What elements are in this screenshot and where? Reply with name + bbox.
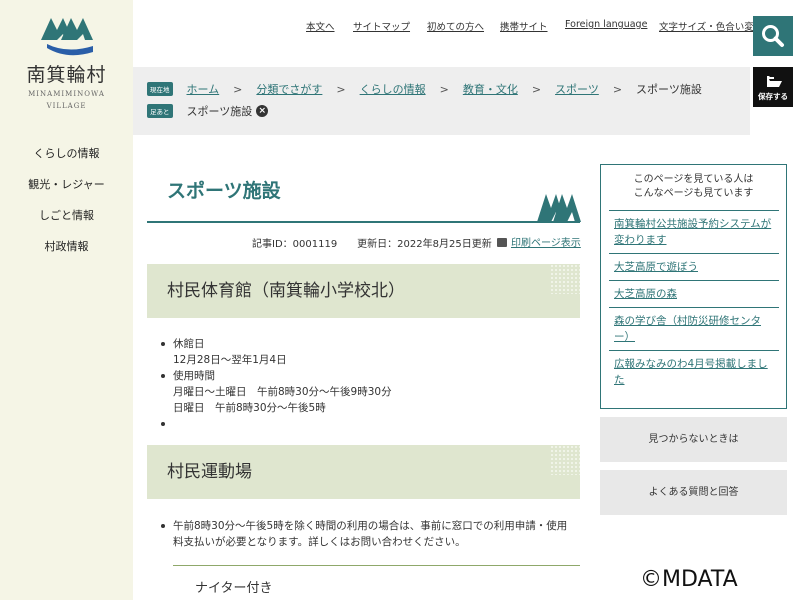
section-heading: 村民体育館（南箕輪小学校北） bbox=[147, 264, 580, 318]
save-button-label: 保存する bbox=[758, 92, 788, 101]
current-location-badge: 現在地 bbox=[147, 82, 173, 96]
link-first-time[interactable]: 初めての方へ bbox=[427, 19, 484, 33]
nav-item-tourism[interactable]: 観光・レジャー bbox=[0, 172, 133, 203]
ground-info-list: 午前8時30分～午後5時を除く時間の利用の場合は、事前に窓口での利用申請・使用 … bbox=[161, 518, 580, 550]
related-link-oshiba-forest[interactable]: 大芝高原の森 bbox=[614, 288, 677, 300]
list-item: 休館日 12月28日～翌年1月4日 bbox=[161, 336, 392, 368]
folder-open-icon bbox=[767, 76, 782, 87]
breadcrumb-current: スポーツ施設 bbox=[636, 83, 702, 96]
faq-button[interactable]: よくある質問と回答 bbox=[600, 470, 787, 515]
related-pages-list: 南箕輪村公共施設予約システムが変わります 大芝高原で遊ぼう 大芝高原の森 森の学… bbox=[609, 210, 779, 393]
link-mobile-site[interactable]: 携帯サイト bbox=[500, 19, 548, 33]
nav-item-government[interactable]: 村政情報 bbox=[0, 234, 133, 265]
link-foreign-language[interactable]: Foreign language bbox=[565, 19, 647, 30]
not-found-button[interactable]: 見つからないときは bbox=[600, 417, 787, 462]
related-link-training-center[interactable]: 森の学び舎（村防災研修センター） bbox=[614, 315, 761, 343]
related-link-oshiba-play[interactable]: 大芝高原で遊ぼう bbox=[614, 261, 698, 273]
history-item: スポーツ施設 bbox=[186, 105, 253, 118]
breadcrumb-separator: > bbox=[531, 82, 542, 96]
breadcrumb-separator: > bbox=[336, 82, 346, 96]
global-nav: くらしの情報 観光・レジャー しごと情報 村政情報 bbox=[0, 141, 133, 265]
breadcrumb-category-search[interactable]: 分類でさがす bbox=[256, 81, 322, 97]
list-item-empty bbox=[161, 416, 392, 432]
breadcrumb-education-culture[interactable]: 教育・文化 bbox=[463, 81, 518, 97]
list-item: 大芝高原の森 bbox=[609, 280, 779, 307]
search-button[interactable] bbox=[753, 16, 793, 56]
village-logo-icon bbox=[40, 18, 93, 56]
facility-info-list: 休館日 12月28日～翌年1月4日 使用時間 月曜日～土曜日 午前8時30分～午… bbox=[161, 336, 392, 432]
related-pages-box: このページを見ている人は こんなページも見ています 南箕輪村公共施設予約システム… bbox=[600, 164, 787, 409]
list-item: 広報みなみのわ4月号掲載しました bbox=[609, 350, 779, 393]
print-page-link[interactable]: 印刷ページ表示 bbox=[497, 234, 581, 249]
sidebar: 南箕輪村 MINAMIMINOWA VILLAGE くらしの情報 観光・レジャー… bbox=[0, 0, 133, 600]
section-heading-text: 村民運動場 bbox=[167, 462, 252, 482]
site-name-en-1: MINAMIMINOWA bbox=[28, 90, 105, 98]
list-item: 南箕輪村公共施設予約システムが変わります bbox=[609, 210, 779, 253]
site-name-en-2: VILLAGE bbox=[46, 102, 87, 110]
breadcrumb-separator: > bbox=[233, 82, 243, 96]
related-pages-heading: このページを見ている人は こんなページも見ています bbox=[601, 173, 786, 201]
related-heading-line2: こんなページも見ています bbox=[633, 188, 754, 199]
site-name: 南箕輪村 bbox=[26, 64, 107, 86]
closed-days-label: 休館日 bbox=[173, 338, 205, 350]
hours-label: 使用時間 bbox=[173, 370, 215, 382]
related-link-newsletter[interactable]: 広報みなみのわ4月号掲載しました bbox=[614, 358, 768, 386]
page-title: スポーツ施設 bbox=[167, 180, 281, 202]
ground-note-line1: 午前8時30分～午後5時を除く時間の利用の場合は、事前に窓口での利用申請・使用 bbox=[173, 520, 568, 532]
article-meta: 記事ID：0001119 更新日：2022年8月25日更新 bbox=[252, 239, 492, 250]
watermark: ©MDATA bbox=[640, 567, 738, 592]
list-item: 午前8時30分～午後5時を除く時間の利用の場合は、事前に窓口での利用申請・使用 … bbox=[161, 518, 580, 550]
header-links: 本文へ サイトマップ 初めての方へ 携帯サイト Foreign language… bbox=[300, 19, 800, 35]
breadcrumb-sports[interactable]: スポーツ bbox=[555, 81, 599, 97]
list-item: 大芝高原で遊ぼう bbox=[609, 253, 779, 280]
village-mark-icon bbox=[537, 194, 581, 222]
breadcrumb: 現在地 ホーム > 分類でさがす > くらしの情報 > 教育・文化 > スポーツ… bbox=[147, 81, 702, 97]
breadcrumb-separator: > bbox=[439, 82, 449, 96]
breadcrumb-area: 現在地 ホーム > 分類でさがす > くらしの情報 > 教育・文化 > スポーツ… bbox=[133, 67, 750, 135]
link-sitemap[interactable]: サイトマップ bbox=[353, 19, 410, 33]
link-skip-to-content[interactable]: 本文へ bbox=[306, 19, 335, 33]
save-button[interactable]: 保存する bbox=[753, 67, 793, 107]
history-badge: 足あと bbox=[147, 104, 173, 118]
nav-item-living[interactable]: くらしの情報 bbox=[0, 141, 133, 172]
hours-sunday: 日曜日 午前8時30分～午後5時 bbox=[173, 402, 326, 414]
subheading-night-lighting: ナイター付き bbox=[195, 581, 273, 596]
breadcrumb-living-info[interactable]: くらしの情報 bbox=[360, 81, 426, 97]
search-icon bbox=[762, 25, 784, 47]
section-dot-pattern bbox=[550, 264, 580, 294]
history-trail: 足あと スポーツ施設 × bbox=[147, 103, 269, 119]
list-item: 使用時間 月曜日～土曜日 午前8時30分～午後9時30分 日曜日 午前8時30分… bbox=[161, 368, 392, 416]
ground-note-line2: 料支払いが必要となります。詳しくはお問い合わせください。 bbox=[173, 536, 466, 548]
print-page-label: 印刷ページ表示 bbox=[511, 238, 581, 249]
breadcrumb-home[interactable]: ホーム bbox=[187, 81, 220, 97]
link-text-size-color[interactable]: 文字サイズ・色合い変更 bbox=[659, 19, 763, 33]
section-heading-text: 村民体育館（南箕輪小学校北） bbox=[167, 281, 405, 301]
close-icon[interactable]: × bbox=[256, 105, 269, 117]
related-link-reservation[interactable]: 南箕輪村公共施設予約システムが変わります bbox=[614, 218, 771, 246]
nav-item-work[interactable]: しごと情報 bbox=[0, 203, 133, 234]
title-underline bbox=[147, 221, 580, 223]
site-logo[interactable]: 南箕輪村 MINAMIMINOWA VILLAGE bbox=[0, 10, 133, 111]
related-heading-line1: このページを見ている人は bbox=[633, 174, 754, 185]
breadcrumb-separator: > bbox=[612, 82, 623, 96]
printer-icon bbox=[497, 238, 507, 247]
section-dot-pattern bbox=[550, 445, 580, 475]
closed-days-value: 12月28日～翌年1月4日 bbox=[173, 354, 287, 366]
list-item: 森の学び舎（村防災研修センター） bbox=[609, 307, 779, 350]
hours-weekday: 月曜日～土曜日 午前8時30分～午後9時30分 bbox=[173, 386, 392, 398]
section-heading: 村民運動場 bbox=[147, 445, 580, 499]
subheading-rule bbox=[173, 565, 580, 566]
